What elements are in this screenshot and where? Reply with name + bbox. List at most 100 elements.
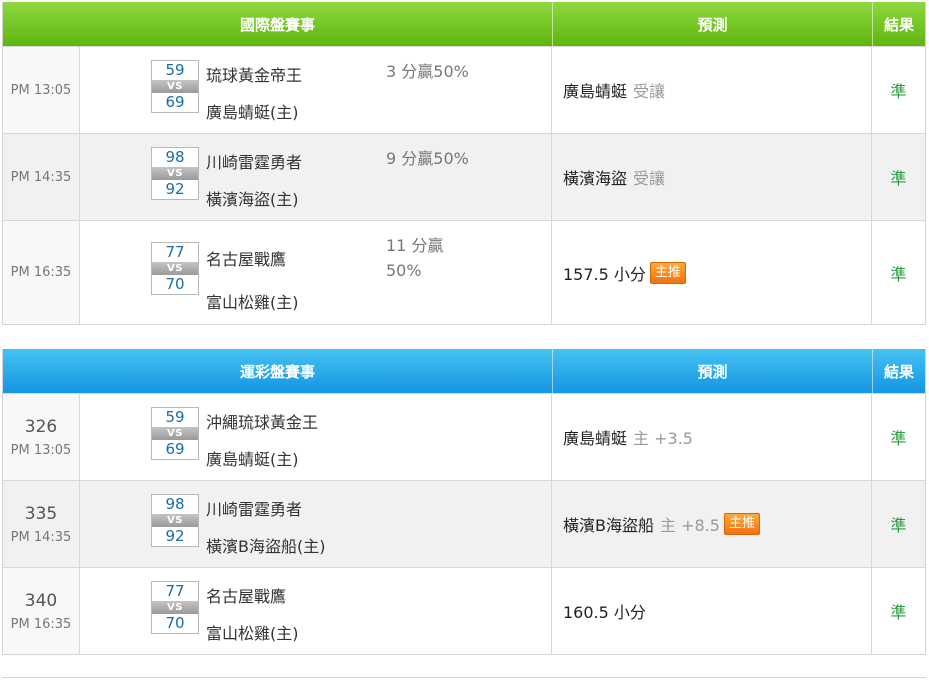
match-teams-cell: 98 VS 92 川崎雷霆勇者 橫濱B海盜船(主) <box>80 481 552 567</box>
prediction-cell: 橫濱海盜 受讓 <box>552 134 872 220</box>
away-team: 名古屋戰鷹 <box>206 587 287 606</box>
prediction-cell: 廣島蜻蜓 受讓 <box>552 47 872 133</box>
match-teams-cell: 77 VS 70 名古屋戰鷹 富山松雞(主) 11 分贏 50% <box>80 221 552 324</box>
vs-label: VS <box>152 427 198 440</box>
away-score: 59 <box>165 61 185 79</box>
match-row[interactable]: PM 14:35 98 VS 92 川崎雷霆勇者 橫濱海盜(主) 9 分贏50%… <box>3 133 925 220</box>
scoreboard: 98 VS 92 <box>151 494 199 547</box>
away-score: 98 <box>165 148 185 166</box>
game-code: 326 <box>24 416 58 437</box>
match-time: PM 14:35 <box>10 529 72 545</box>
match-time: PM 16:35 <box>10 265 72 280</box>
away-team: 川崎雷霆勇者 <box>206 500 303 519</box>
prediction-cell: 廣島蜻蜓主 +3.5 <box>552 394 872 480</box>
game-code: 335 <box>24 503 58 524</box>
match-time-cell: PM 13:05 <box>3 47 80 133</box>
away-score: 77 <box>165 243 185 261</box>
scoreboard: 77 VS 70 <box>151 242 199 295</box>
result-cell: 準 <box>872 394 925 480</box>
match-time-cell: 326 PM 13:05 <box>3 394 80 480</box>
away-team: 琉球黃金帝王 <box>206 66 303 85</box>
prediction-team: 橫濱B海盜船 <box>563 516 654 535</box>
result-cell: 準 <box>872 47 925 133</box>
header-result: 結果 <box>872 349 925 393</box>
prediction-team: 橫濱海盜 <box>563 169 628 188</box>
vs-label: VS <box>152 514 198 527</box>
match-row[interactable]: PM 16:35 77 VS 70 名古屋戰鷹 富山松雞(主) 11 分贏 50… <box>3 220 925 324</box>
prediction-team: 160.5 小分 <box>563 603 646 622</box>
match-row[interactable]: 340 PM 16:35 77 VS 70 名古屋戰鷹 富山松雞(主) 160.… <box>3 567 925 654</box>
home-team: 富山松雞(主) <box>206 293 299 312</box>
prediction-team: 廣島蜻蜓 <box>563 429 628 448</box>
result-cell: 準 <box>872 481 925 567</box>
away-team: 川崎雷霆勇者 <box>206 153 303 172</box>
home-score: 92 <box>165 180 185 198</box>
match-row[interactable]: 335 PM 14:35 98 VS 92 川崎雷霆勇者 橫濱B海盜船(主) 橫… <box>3 480 925 567</box>
away-score: 59 <box>165 408 185 426</box>
result-cell: 準 <box>872 134 925 220</box>
home-team: 富山松雞(主) <box>206 624 299 643</box>
sports-lottery-board: 運彩盤賽事 預測 結果 326 PM 13:05 59 VS 69 沖繩琉球黃金… <box>2 349 926 655</box>
away-score: 98 <box>165 495 185 513</box>
home-team: 橫濱海盜(主) <box>206 190 299 209</box>
prediction-note: 主 +8.5 <box>659 516 720 535</box>
vs-label: VS <box>152 601 198 614</box>
home-team: 廣島蜻蜓(主) <box>206 450 299 469</box>
home-score: 70 <box>165 614 185 632</box>
prediction-team: 157.5 小分 <box>563 264 646 284</box>
result-label: 準 <box>890 169 907 188</box>
prediction-note: 主 +3.5 <box>633 429 693 448</box>
spread-text: 3 分贏50% <box>386 62 469 81</box>
home-team: 廣島蜻蜓(主) <box>206 103 299 122</box>
spread-line-1: 11 分贏 <box>386 236 444 255</box>
match-time: PM 16:35 <box>10 616 72 632</box>
match-teams-cell: 77 VS 70 名古屋戰鷹 富山松雞(主) <box>80 568 552 654</box>
match-teams-cell: 59 VS 69 沖繩琉球黃金王 廣島蜻蜓(主) <box>80 394 552 480</box>
divider <box>2 677 926 678</box>
top-pick-badge: 主推 <box>649 261 686 284</box>
home-score: 69 <box>165 93 185 111</box>
sports-lottery-header: 運彩盤賽事 預測 結果 <box>3 349 925 393</box>
result-cell: 準 <box>872 221 925 324</box>
scoreboard: 59 VS 69 <box>151 407 199 460</box>
international-header: 國際盤賽事 預測 結果 <box>3 2 925 46</box>
vs-label: VS <box>152 262 198 275</box>
home-team: 橫濱B海盜船(主) <box>206 537 326 556</box>
game-code: 340 <box>24 590 58 611</box>
match-time-cell: 340 PM 16:35 <box>3 568 80 654</box>
vs-label: VS <box>152 80 198 93</box>
prediction-note: 受讓 <box>633 169 666 188</box>
scoreboard: 59 VS 69 <box>151 60 199 113</box>
home-score: 92 <box>165 527 185 545</box>
prediction-cell: 160.5 小分 <box>552 568 872 654</box>
prediction-cell: 157.5 小分 主推 <box>552 221 872 324</box>
match-time-cell: 335 PM 14:35 <box>3 481 80 567</box>
vs-label: VS <box>152 167 198 180</box>
international-board: 國際盤賽事 預測 結果 PM 13:05 59 VS 69 琉球黃金帝王 廣島蜻… <box>2 2 926 325</box>
spread-text: 9 分贏50% <box>386 149 469 168</box>
match-teams-cell: 98 VS 92 川崎雷霆勇者 橫濱海盜(主) 9 分贏50% <box>80 134 552 220</box>
result-label: 準 <box>890 264 907 284</box>
result-label: 準 <box>890 429 907 448</box>
prediction-team: 廣島蜻蜓 <box>563 82 628 101</box>
top-pick-badge: 主推 <box>723 513 760 535</box>
spread-text: 11 分贏 50% <box>386 233 443 283</box>
match-row[interactable]: PM 13:05 59 VS 69 琉球黃金帝王 廣島蜻蜓(主) 3 分贏50%… <box>3 46 925 133</box>
match-time-cell: PM 14:35 <box>3 134 80 220</box>
result-label: 準 <box>890 516 907 535</box>
scoreboard: 77 VS 70 <box>151 581 199 634</box>
prediction-cell: 橫濱B海盜船主 +8.5 主推 <box>552 481 872 567</box>
header-match: 國際盤賽事 <box>239 15 315 34</box>
match-row[interactable]: 326 PM 13:05 59 VS 69 沖繩琉球黃金王 廣島蜻蜓(主) 廣島… <box>3 393 925 480</box>
prediction-note: 受讓 <box>633 82 666 101</box>
away-team: 沖繩琉球黃金王 <box>206 413 319 432</box>
scoreboard: 98 VS 92 <box>151 147 199 200</box>
match-time: PM 13:05 <box>10 442 72 458</box>
home-score: 69 <box>165 440 185 458</box>
match-time-cell: PM 16:35 <box>3 221 80 324</box>
header-prediction: 預測 <box>552 2 872 46</box>
header-match: 運彩盤賽事 <box>239 362 315 381</box>
away-team: 名古屋戰鷹 <box>206 250 287 269</box>
result-label: 準 <box>890 82 907 101</box>
home-score: 70 <box>165 275 185 293</box>
